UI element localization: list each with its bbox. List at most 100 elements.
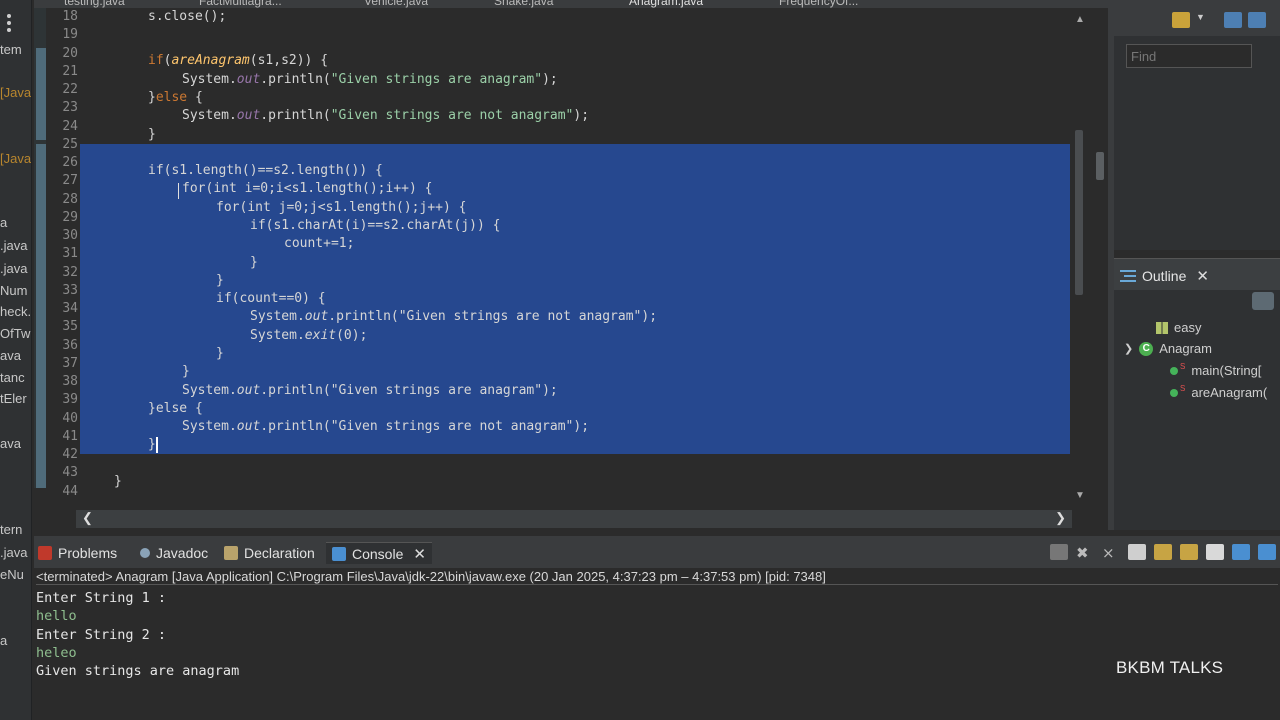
line-number: 25 [62,136,78,152]
pin-console-icon[interactable] [1206,544,1224,560]
tab-javadoc[interactable]: Javadoc [140,542,208,564]
editor-tab[interactable]: FactMultiagra... [199,0,282,8]
code-line-21: System.out.println("Given strings are an… [182,72,558,87]
chevron-down-icon[interactable]: ❯ [1124,342,1133,355]
line-number: 38 [62,374,78,389]
line-number: 35 [62,319,78,335]
explorer-item[interactable]: OfTw [0,326,30,341]
tab-label: Console [352,545,404,562]
public-method-icon [1170,366,1178,375]
line-number: 33 [62,282,78,298]
close-icon[interactable]: ✕ [1196,267,1209,285]
code-line-35: System.exit(0); [250,328,368,343]
editor-tab[interactable]: testing.java [64,0,125,8]
console-output-line: Enter String 1 : [36,590,167,606]
editor-tab[interactable]: Shake.java [494,0,553,8]
line-number: 24 [62,118,78,134]
tab-declaration[interactable]: Declaration [224,542,315,564]
explorer-item[interactable]: .java [0,238,27,253]
method-label: areAnagram( [1191,385,1268,400]
outline-menu-icon[interactable] [1252,292,1274,310]
editor-tab[interactable]: Anagram.java [629,0,703,8]
explorer-item[interactable]: a [0,215,7,230]
package-icon [1156,321,1168,334]
editor-vertical-scrollbar[interactable]: ▲ ▼ [1071,8,1089,510]
display-console-icon[interactable] [1232,544,1250,560]
overview-marker[interactable] [1096,152,1104,180]
explorer-item[interactable]: .java [0,545,27,560]
static-marker-icon: S [1180,384,1186,393]
bottom-tab-strip: Problems Javadoc Declaration Console ✕ ✖… [34,536,1280,568]
clear-console-icon[interactable] [1128,544,1146,560]
word-wrap-icon[interactable] [1180,544,1198,560]
scrollbar-thumb[interactable] [1075,130,1083,295]
outline-tab-label: Outline [1142,268,1187,284]
bottom-panel: Problems Javadoc Declaration Console ✕ ✖… [34,532,1280,720]
terminate-icon[interactable] [1050,544,1068,560]
explorer-item[interactable]: ava [0,436,21,451]
explorer-item[interactable]: tern [0,522,22,537]
explorer-item[interactable]: ava [0,348,21,363]
declaration-icon [224,546,238,560]
view-menu-icon[interactable] [7,14,11,32]
explorer-item[interactable]: heck. [0,304,31,319]
i-beam-cursor-icon [178,183,186,199]
tree-item-package[interactable]: easy [1156,320,1201,335]
remove-all-icon[interactable]: ⨯ [1102,544,1120,562]
tree-item-method[interactable]: S areAnagram( [1170,384,1268,400]
scroll-lock-icon[interactable] [1154,544,1172,560]
tree-item-class[interactable]: ❯ C Anagram [1124,341,1212,356]
explorer-item[interactable]: [Java [0,85,31,100]
find-input[interactable] [1126,44,1252,68]
tree-item-method[interactable]: S main(String[ [1170,362,1261,378]
text-caret [156,437,158,453]
scroll-right-icon[interactable]: ❯ [1055,510,1066,526]
explorer-item[interactable]: tanc [0,370,25,385]
code-line-22: }else { [148,90,203,105]
filter-icon[interactable] [1224,12,1242,28]
code-line-24: } [148,127,156,142]
line-number: 26 [62,155,78,170]
explorer-item[interactable]: eNu [0,567,24,582]
categorize-icon[interactable] [1248,12,1266,28]
tab-problems[interactable]: Problems [38,542,117,564]
scroll-down-icon[interactable]: ▼ [1075,490,1085,501]
console-output-line: Enter String 2 : [36,626,167,643]
explorer-item[interactable]: Num [0,283,27,298]
remove-launch-icon[interactable]: ✖ [1076,544,1094,562]
explorer-item[interactable]: [Java [0,151,31,166]
tab-console[interactable]: Console ✕ [326,542,432,564]
change-marker [36,144,46,488]
overview-ruler[interactable] [1092,8,1108,523]
editor-tab[interactable]: Vehicle.java [364,0,428,8]
code-line-39: }else { [148,401,203,416]
explorer-item[interactable]: tem [0,42,22,57]
console-output[interactable]: Enter String 1 : hello Enter String 2 : hel… [36,590,1036,681]
problems-icon [38,546,52,560]
code-editor[interactable]: 18 19 20 21 22 23 24 25 26 27 28 29 30 31 32 33 34 35 36 37… [34,8,1108,531]
change-marker [36,48,46,140]
explorer-item[interactable]: .java [0,261,27,276]
open-console-icon[interactable] [1258,544,1276,560]
task-list-header: ▼ [1114,0,1280,36]
scroll-left-icon[interactable]: ❮ [82,510,93,526]
new-task-icon[interactable] [1172,12,1190,28]
static-marker-icon: S [1180,362,1186,371]
explorer-item[interactable]: a [0,633,7,648]
editor-tab[interactable]: FrequencyOf... [779,0,858,8]
line-number: 40 [62,410,78,426]
close-icon[interactable]: ✕ [413,545,426,563]
line-number: 37 [62,355,78,371]
console-toolbar: ✖ ⨯ [1050,544,1276,562]
line-number: 32 [62,264,78,280]
code-line-31: } [250,255,258,270]
explorer-item[interactable]: tEler [0,391,27,406]
scroll-up-icon[interactable]: ▲ [1075,14,1085,25]
code-line-34: System.out.println("Given strings are no… [250,309,658,324]
line-number: 42 [62,447,78,462]
tab-label: Declaration [244,545,315,561]
tab-outline[interactable]: Outline ✕ [1120,265,1209,287]
dropdown-icon[interactable]: ▼ [1196,12,1205,28]
editor-horizontal-scrollbar[interactable]: ❮ ❯ [76,510,1072,528]
line-number: 29 [62,209,78,225]
